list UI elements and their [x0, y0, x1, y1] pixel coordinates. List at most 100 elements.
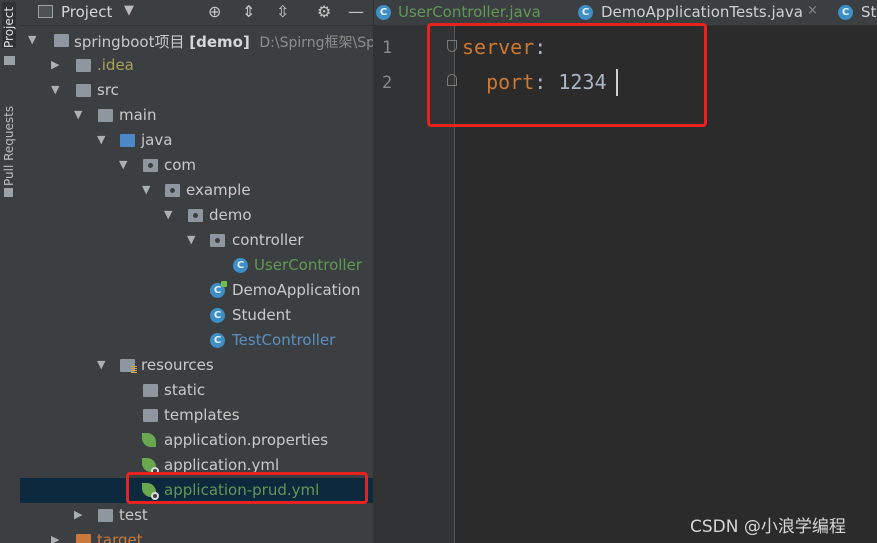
folder-icon — [76, 59, 91, 72]
package-icon — [143, 159, 158, 172]
spring-boot-class-icon: C — [210, 281, 227, 298]
package-icon — [165, 184, 180, 197]
tree-item-user-controller[interactable]: C UserController — [20, 253, 373, 278]
chevron-down-icon[interactable]: ▼ — [74, 108, 86, 121]
module-folder-icon — [54, 34, 69, 47]
resources-folder-icon — [120, 359, 137, 373]
chevron-down-icon[interactable]: ▼ — [28, 33, 40, 46]
package-icon — [188, 209, 203, 222]
tree-label-example: example — [186, 181, 251, 199]
chevron-right-icon[interactable]: ▶ — [74, 508, 86, 521]
tree-item-com[interactable]: ▼ com — [20, 153, 373, 178]
tree-item-main[interactable]: ▼ main — [20, 103, 373, 128]
tree-item-example[interactable]: ▼ example — [20, 178, 373, 203]
tree-item-target[interactable]: ▶ target — [20, 528, 373, 543]
tool-window-strip: Project Pull Requests — [0, 0, 21, 543]
tree-item-test-controller[interactable]: C TestController — [20, 328, 373, 353]
pull-request-icon — [4, 188, 13, 197]
folder-icon — [143, 409, 158, 422]
tree-label-target: target — [97, 531, 143, 543]
chevron-down-icon[interactable]: ▼ — [124, 3, 134, 18]
tree-item-demo-application[interactable]: C DemoApplication — [20, 278, 373, 303]
tree-item-src[interactable]: ▼ src — [20, 78, 373, 103]
chevron-down-icon[interactable]: ▼ — [164, 208, 176, 221]
expand-all-icon[interactable]: ⇕ — [242, 2, 255, 21]
project-folder-icon — [4, 56, 15, 65]
tree-item-root[interactable]: ▼ springboot项目 [demo] D:\Spirng框架\Sp — [20, 28, 373, 53]
tab-label: St — [861, 3, 877, 21]
tab-student[interactable]: C St — [834, 0, 877, 25]
project-panel: Project ▼ ⊕ ⇕ ⇳ ⚙ — ▼ springboot项目 [demo… — [20, 0, 374, 543]
java-class-icon: C — [210, 333, 225, 348]
tree-label-idea: .idea — [97, 56, 134, 74]
tree-item-test[interactable]: ▶ test — [20, 503, 373, 528]
tree-label-src: src — [97, 81, 119, 99]
locate-file-icon[interactable]: ⊕ — [208, 2, 221, 21]
tree-item-resources[interactable]: ▼ resources — [20, 353, 373, 378]
project-panel-header: Project ▼ ⊕ ⇕ ⇳ ⚙ — — [20, 0, 373, 26]
root-module-name: [demo] — [189, 33, 250, 51]
highlight-box-code — [427, 23, 707, 127]
java-class-icon: C — [376, 5, 391, 20]
folder-icon — [98, 509, 113, 522]
tree-label-demo: demo — [209, 206, 252, 224]
java-class-icon: C — [210, 308, 225, 323]
hide-panel-icon[interactable]: — — [348, 2, 364, 21]
close-icon[interactable]: × — [807, 3, 818, 18]
tree-item-demo[interactable]: ▼ demo — [20, 203, 373, 228]
line-number: 2 — [382, 73, 393, 93]
excluded-folder-icon — [76, 534, 91, 543]
tab-user-controller[interactable]: C UserController.java — [374, 0, 564, 25]
source-folder-icon — [120, 134, 135, 147]
tree-label-resources: resources — [141, 356, 214, 374]
chevron-down-icon[interactable]: ▼ — [97, 133, 109, 146]
pull-requests-tool-tab[interactable]: Pull Requests — [2, 96, 16, 186]
tree-item-templates[interactable]: templates — [20, 403, 373, 428]
tree-label-com: com — [164, 156, 197, 174]
tree-label-java: java — [141, 131, 173, 149]
tree-label-student: Student — [232, 306, 292, 324]
chevron-right-icon[interactable]: ▶ — [51, 533, 63, 543]
tree-label-demo-application: DemoApplication — [232, 281, 361, 299]
chevron-down-icon[interactable]: ▼ — [97, 358, 109, 371]
tab-label: UserController.java — [398, 3, 541, 21]
folder-icon — [143, 384, 158, 397]
gear-icon[interactable]: ⚙ — [317, 2, 331, 21]
chevron-down-icon[interactable]: ▼ — [187, 233, 199, 246]
tree-item-student[interactable]: C Student — [20, 303, 373, 328]
chevron-down-icon[interactable]: ▼ — [142, 183, 154, 196]
project-view-title[interactable]: Project — [61, 3, 112, 21]
java-class-icon: C — [578, 5, 593, 20]
project-view-icon — [38, 5, 53, 18]
line-number: 1 — [382, 38, 393, 58]
tree-label-main: main — [119, 106, 157, 124]
root-project-path: D:\Spirng框架\Sp — [259, 35, 374, 51]
java-class-icon: C — [233, 258, 248, 273]
tree-item-java[interactable]: ▼ java — [20, 128, 373, 153]
tree-item-application-properties[interactable]: application.properties — [20, 428, 373, 453]
tree-label-test-controller: TestController — [232, 331, 336, 349]
tree-item-controller[interactable]: ▼ controller — [20, 228, 373, 253]
tree-item-idea[interactable]: ▶ .idea — [20, 53, 373, 78]
collapse-all-icon[interactable]: ⇳ — [276, 2, 289, 21]
tree-label-controller: controller — [232, 231, 304, 249]
chevron-right-icon[interactable]: ▶ — [51, 58, 63, 71]
tree-label-static: static — [164, 381, 206, 399]
folder-icon — [76, 84, 91, 97]
chevron-down-icon[interactable]: ▼ — [51, 83, 63, 96]
tree-label-application-properties: application.properties — [164, 431, 329, 449]
tree-label-templates: templates — [164, 406, 240, 424]
spring-config-icon — [142, 458, 159, 475]
project-tool-tab[interactable]: Project — [2, 2, 16, 48]
chevron-down-icon[interactable]: ▼ — [119, 158, 131, 171]
tree-label-user-controller: UserController — [254, 256, 362, 274]
tab-demo-application-tests[interactable]: C DemoApplicationTests.java × — [569, 0, 829, 25]
tab-label: DemoApplicationTests.java — [601, 3, 803, 21]
java-class-icon: C — [838, 5, 853, 20]
highlight-box-file — [126, 472, 368, 504]
tree-item-static[interactable]: static — [20, 378, 373, 403]
spring-leaf-icon — [142, 433, 156, 447]
folder-icon — [98, 109, 113, 122]
watermark: CSDN @小浪学编程 — [690, 517, 846, 537]
tree-label-test: test — [119, 506, 148, 524]
